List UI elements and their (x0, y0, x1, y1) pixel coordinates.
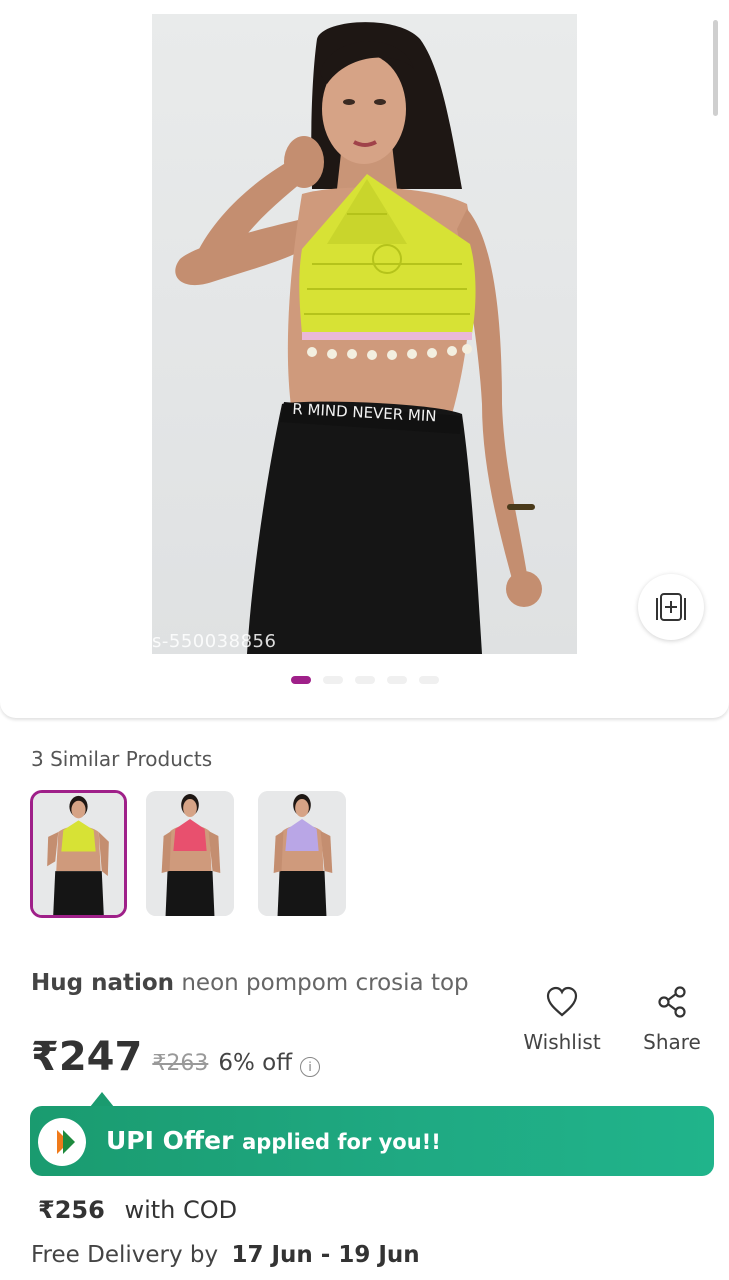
thumb-image (146, 791, 234, 916)
thumb-image (258, 791, 346, 916)
wishlist-button[interactable]: Wishlist (512, 982, 612, 1054)
wishlist-label: Wishlist (523, 1030, 601, 1054)
delivery-label: Free Delivery by (31, 1242, 219, 1268)
similar-product-thumb-yellow[interactable] (30, 790, 127, 918)
pagination-dot[interactable] (322, 676, 343, 684)
heart-icon (546, 986, 578, 1017)
product-name: neon pompom crosia top (181, 970, 469, 996)
image-scrollbar[interactable] (713, 20, 718, 116)
share-icon (658, 986, 686, 1018)
delivery-dates: 17 Jun - 19 Jun (231, 1242, 420, 1268)
info-icon[interactable]: i (300, 1057, 321, 1077)
share-label: Share (643, 1030, 701, 1054)
product-price: ₹247 (31, 1034, 143, 1080)
product-mrp: ₹263 (152, 1051, 209, 1076)
add-to-collection-icon (656, 593, 686, 621)
upi-logo-icon (38, 1118, 86, 1166)
product-photo[interactable]: R MIND NEVER MIN s-550038856 (152, 14, 577, 654)
image-watermark: s-550038856 (152, 631, 277, 652)
pagination-dot[interactable] (290, 676, 311, 684)
cod-price: ₹256 (38, 1196, 105, 1224)
upi-banner-pointer (90, 1092, 114, 1107)
similar-product-thumb-lavender[interactable] (258, 791, 346, 916)
cod-price-row: ₹256 with COD (38, 1196, 237, 1224)
upi-offer-subtitle: applied for you!! (242, 1130, 441, 1154)
product-title: Hug nation neon pompom crosia top (31, 970, 469, 996)
thumb-image (33, 793, 124, 915)
product-brand: Hug nation (31, 970, 175, 996)
image-pagination (0, 676, 729, 686)
product-discount: 6% off (218, 1050, 293, 1076)
delivery-info: Free Delivery by 17 Jun - 19 Jun (31, 1242, 420, 1268)
share-button[interactable]: Share (622, 982, 722, 1054)
product-image-gallery[interactable]: R MIND NEVER MIN s-550038856 (0, 0, 729, 718)
model-illustration: R MIND NEVER MIN (175, 22, 542, 654)
pagination-dot[interactable] (386, 676, 407, 684)
upi-offer-banner[interactable]: UPI Offer applied for you!! (30, 1106, 714, 1176)
cod-label: with COD (124, 1196, 238, 1224)
upi-offer-text: UPI Offer applied for you!! (106, 1126, 441, 1155)
pagination-dot[interactable] (354, 676, 375, 684)
price-row: ₹247 ₹263 6% off i (31, 1034, 321, 1080)
similar-product-thumb-pink[interactable] (146, 791, 234, 916)
pagination-dot[interactable] (418, 676, 439, 684)
add-to-collection-button[interactable] (638, 574, 704, 640)
similar-products-title: 3 Similar Products (31, 747, 213, 771)
upi-offer-title: UPI Offer (106, 1126, 234, 1155)
